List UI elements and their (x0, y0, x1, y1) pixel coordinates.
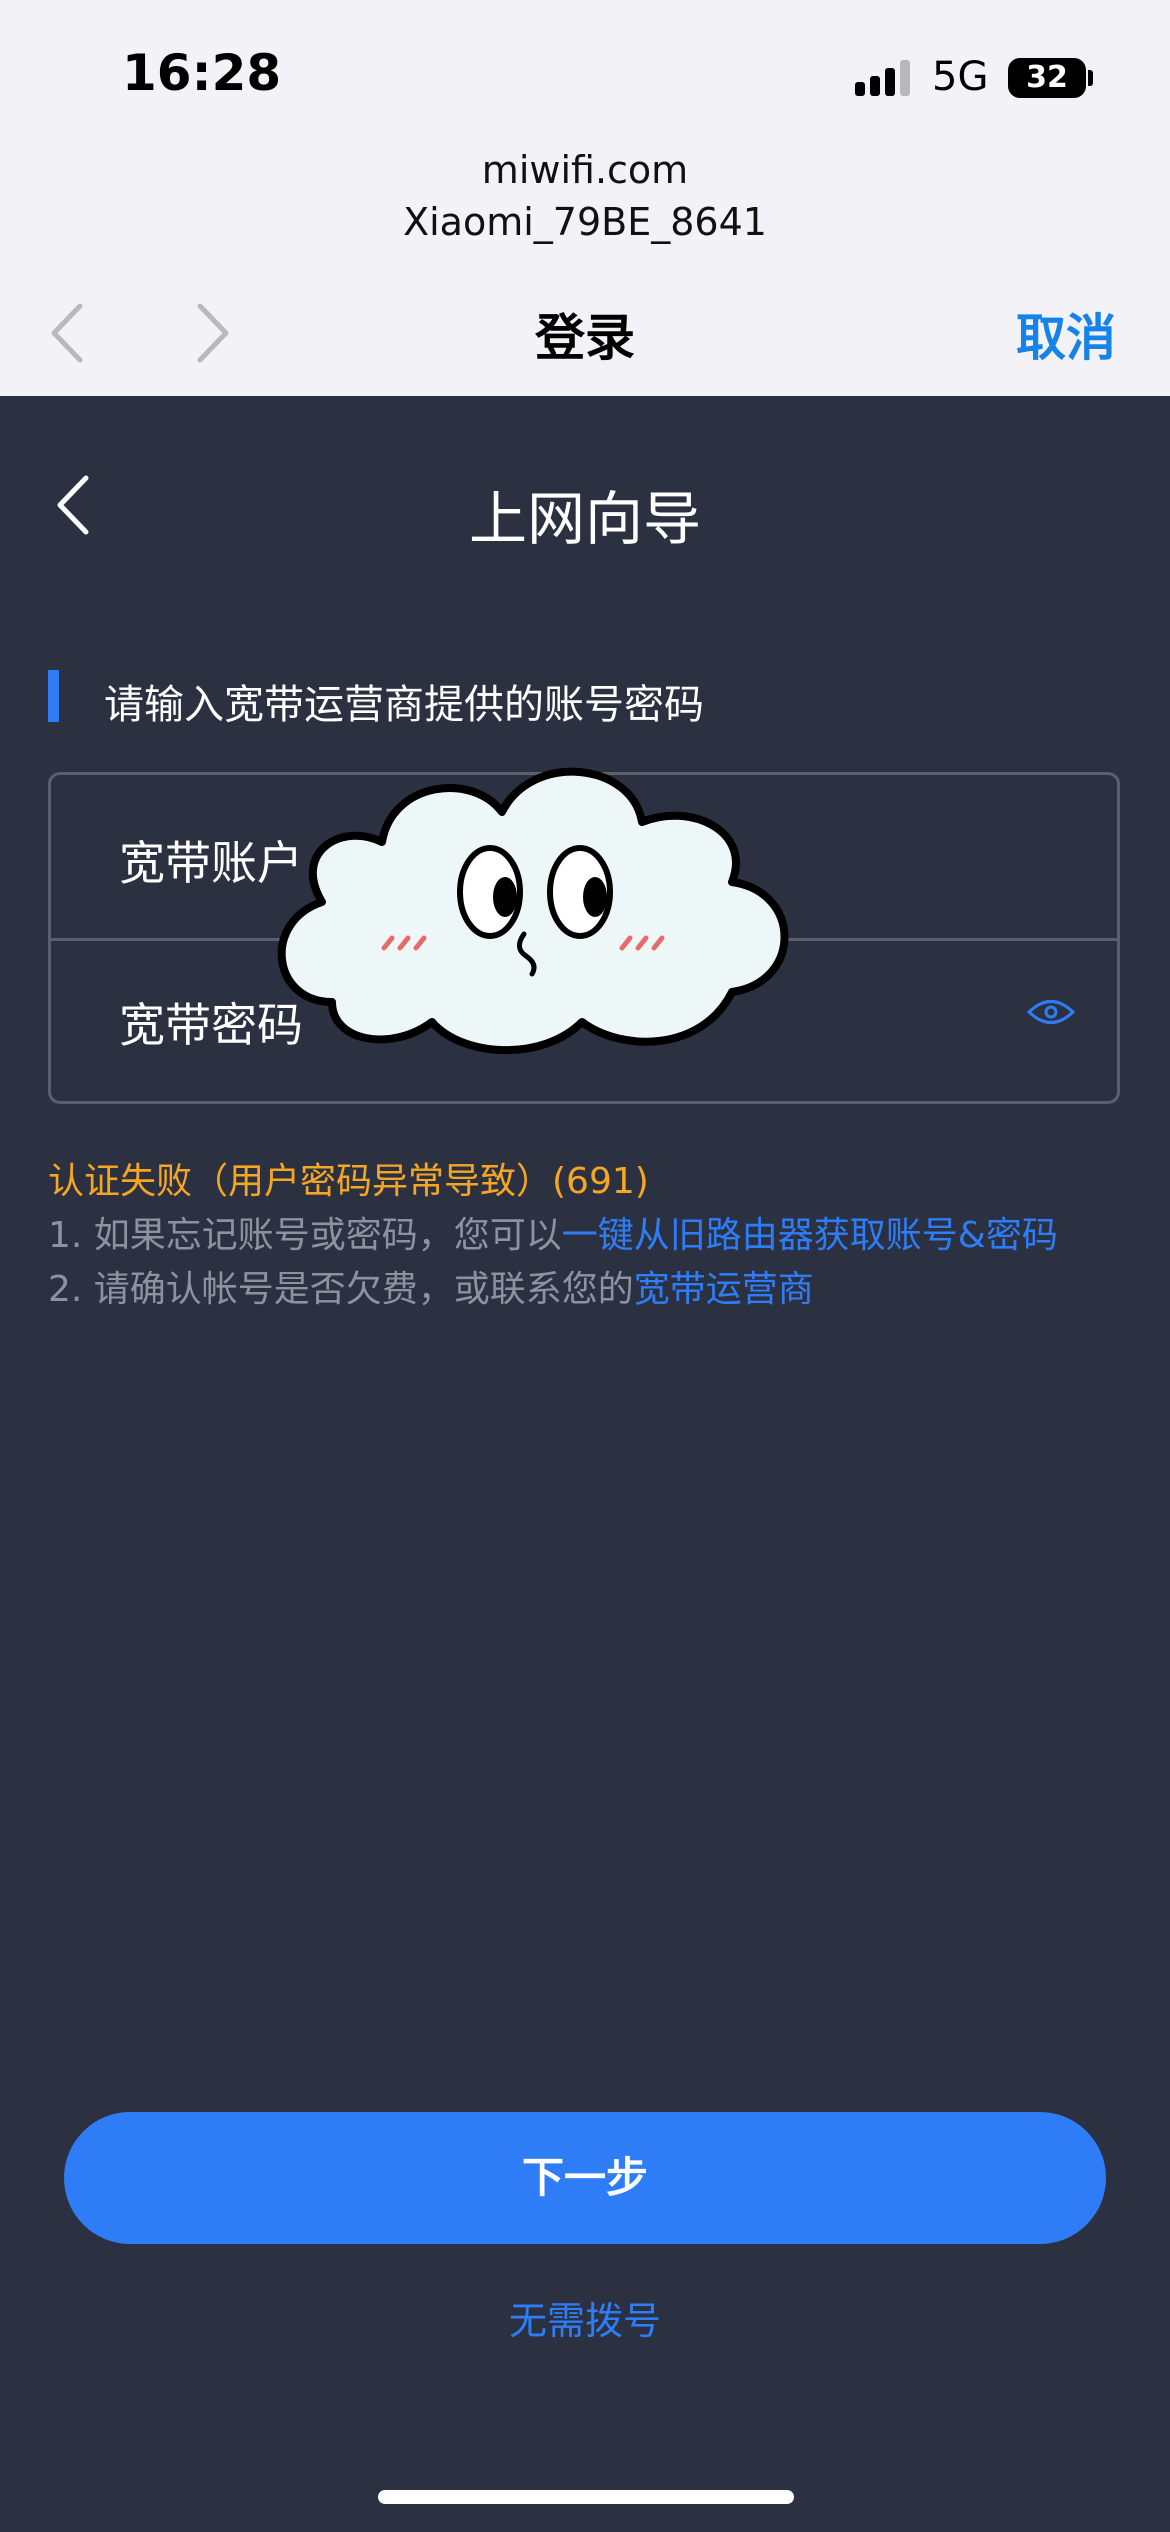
skip-dial-link[interactable]: 无需拨号 (0, 2290, 1170, 2345)
next-button[interactable]: 下一步 (64, 2112, 1106, 2244)
cancel-button[interactable]: 取消 (1016, 298, 1116, 370)
battery-tip (1088, 70, 1093, 86)
battery-icon: 32 (1008, 58, 1086, 98)
retrieve-credentials-link[interactable]: 一键从旧路由器获取账号&密码 (562, 1215, 1058, 1256)
browser-title: 登录 (535, 309, 635, 367)
home-indicator (378, 2490, 794, 2504)
site-domain: miwifi.com (481, 148, 689, 192)
browser-header: 16:28 5G 32 miwifi.com Xiaomi_79BE_8641 … (0, 0, 1170, 396)
tip-2-text: 2. 请确认帐号是否欠费，或联系您的 (48, 1269, 634, 1310)
show-password-icon[interactable] (1027, 997, 1075, 1027)
status-time: 16:28 (122, 44, 282, 102)
isp-link[interactable]: 宽带运营商 (634, 1269, 814, 1310)
signal-icon (855, 60, 915, 96)
page-title: 上网向导 (468, 485, 701, 553)
tip-1-text: 1. 如果忘记账号或密码，您可以 (48, 1215, 562, 1256)
network-type: 5G (932, 54, 989, 100)
tip-line-2: 2. 请确认帐号是否欠费，或联系您的宽带运营商 (48, 1260, 814, 1312)
error-message: 认证失败（用户密码异常导致）(691) (48, 1161, 649, 1202)
cloud-sticker (277, 767, 789, 1055)
section-accent-bar (48, 670, 59, 722)
wifi-ssid: Xiaomi_79BE_8641 (403, 200, 767, 244)
section-label: 请输入宽带运营商提供的账号密码 (104, 682, 704, 728)
tip-line-1: 1. 如果忘记账号或密码，您可以一键从旧路由器获取账号&密码 (48, 1206, 1058, 1258)
